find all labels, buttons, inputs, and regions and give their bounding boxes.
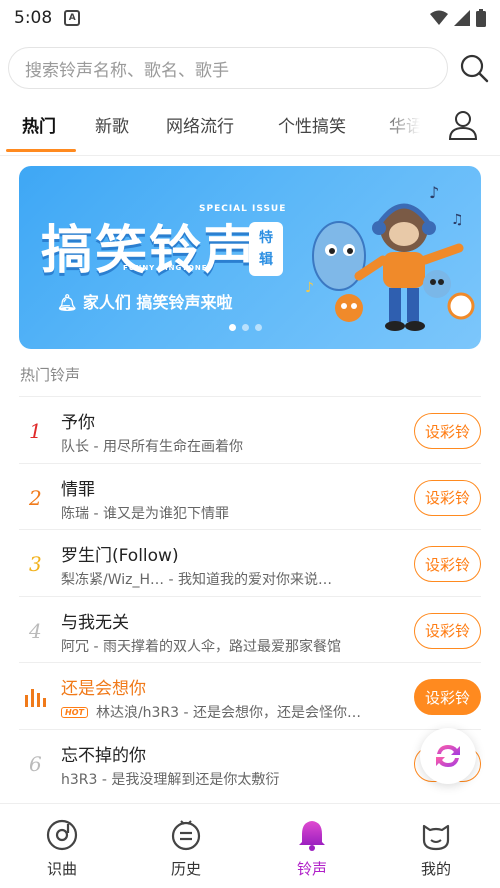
- song-row[interactable]: 2 情罪 陈瑞 - 谁又是为谁犯下情罪 设彩铃: [19, 462, 481, 530]
- cat-face-icon: [422, 824, 450, 851]
- song-row[interactable]: 1 予你 队长 - 用尽所有生命在画着你 设彩铃: [19, 396, 481, 463]
- user-profile-button[interactable]: [446, 108, 480, 142]
- song-subtitle: 阿冗 - 雨天撑着的双人伞，路过最爱那家餐馆: [61, 638, 341, 655]
- tab-hot[interactable]: 热门: [22, 112, 56, 137]
- section-title: 热门铃声: [20, 366, 81, 384]
- banner-dot-3[interactable]: [255, 324, 262, 331]
- ringtone-list: 1 予你 队长 - 用尽所有生命在画着你 设彩铃 2 情罪 陈瑞 - 谁又是为谁…: [19, 396, 481, 795]
- tab-fade: [380, 100, 430, 154]
- search-row: 搜索铃声名称、歌名、歌手: [8, 46, 492, 90]
- set-ringback-button[interactable]: 设彩铃: [414, 413, 481, 449]
- svg-text:♫: ♫: [451, 212, 464, 228]
- song-rank: 3: [29, 552, 42, 576]
- search-placeholder: 搜索铃声名称、歌名、歌手: [25, 60, 229, 81]
- vinyl-icon: [46, 819, 78, 851]
- nav-label: 历史: [170, 860, 201, 878]
- banner-dot-2[interactable]: [242, 324, 249, 331]
- status-icons: [430, 9, 486, 27]
- history-icon: [171, 820, 201, 851]
- notification-app-icon: A: [64, 10, 81, 26]
- refresh-icon: [436, 745, 460, 767]
- refresh-float-button[interactable]: [420, 728, 476, 784]
- song-rank: 4: [29, 618, 42, 643]
- nav-ringtones[interactable]: 铃声: [272, 818, 352, 879]
- song-subtitle: 林达浪/h3R3 - 还是会想你，还是会怪你…: [95, 705, 362, 721]
- song-title: 罗生门(Follow): [61, 546, 179, 566]
- bell-small-icon: 🔔︎: [57, 293, 78, 312]
- banner-pagination: [229, 324, 262, 331]
- song-subtitle: 梨冻紧/Wiz_H… - 我知道我的爱对你来说…: [61, 572, 332, 588]
- battery-icon: [476, 9, 486, 27]
- tab-new-songs[interactable]: 新歌: [95, 112, 129, 137]
- banner-subtitle-text: 家人们 搞笑铃声来啦: [82, 293, 233, 312]
- nav-label: 铃声: [296, 860, 327, 878]
- song-rank: 6: [29, 751, 42, 776]
- song-rank: 1: [29, 419, 42, 443]
- nav-label: 识曲: [46, 860, 77, 878]
- category-tabs: 热门 新歌 网络流行 个性搞笑 华语: [0, 100, 500, 156]
- nav-history[interactable]: 历史: [146, 818, 226, 879]
- song-row-playing[interactable]: 还是会想你 HOT 林达浪/h3R3 - 还是会想你，还是会怪你… 设彩铃: [19, 662, 481, 729]
- song-title: 与我无关: [61, 612, 129, 633]
- set-ringback-button[interactable]: 设彩铃: [414, 679, 481, 715]
- search-button[interactable]: [456, 50, 492, 86]
- set-ringback-button[interactable]: 设彩铃: [414, 612, 481, 649]
- tab-indicator: [6, 149, 76, 152]
- song-title: 还是会想你: [61, 679, 146, 699]
- banner-funny-text: FUNNY RINGTONE: [123, 264, 208, 272]
- bottom-nav: 识曲 历史 铃声 我的: [0, 803, 500, 888]
- cartoon-characters-illustration: ♪ ♫ ♪: [305, 183, 475, 331]
- nav-label: 我的: [420, 860, 451, 878]
- banner-badge-char-1: 特: [259, 230, 273, 246]
- song-subtitle: 队长 - 用尽所有生命在画着你: [61, 439, 243, 455]
- hot-badge: HOT: [61, 707, 88, 718]
- tab-internet-popular[interactable]: 网络流行: [166, 112, 234, 137]
- svg-text:♪: ♪: [429, 183, 439, 202]
- song-subtitle-wrap: HOT 林达浪/h3R3 - 还是会想你，还是会怪你…: [61, 702, 361, 722]
- song-row[interactable]: 4 与我无关 阿冗 - 雨天撑着的双人伞，路过最爱那家餐馆 设彩铃: [19, 595, 481, 663]
- nav-mine[interactable]: 我的: [396, 818, 476, 879]
- wifi-icon: [430, 10, 448, 25]
- banner-dot-1[interactable]: [229, 324, 236, 331]
- song-subtitle: 陈瑞 - 谁又是为谁犯下情罪: [61, 505, 229, 522]
- svg-text:♪: ♪: [305, 280, 314, 296]
- tab-funny[interactable]: 个性搞笑: [278, 112, 346, 137]
- song-title: 忘不掉的你: [61, 745, 146, 766]
- signal-icon: [454, 10, 470, 26]
- status-time: 5:08: [14, 8, 53, 28]
- banner-badge-char-2: 辑: [259, 252, 273, 268]
- set-ringback-button[interactable]: 设彩铃: [414, 546, 481, 582]
- song-row[interactable]: 3 罗生门(Follow) 梨冻紧/Wiz_H… - 我知道我的爱对你来说… 设…: [19, 529, 481, 596]
- song-rank: 2: [29, 485, 42, 510]
- set-ringback-button[interactable]: 设彩铃: [414, 479, 481, 516]
- banner-badge: 特 辑: [249, 222, 283, 276]
- promo-banner[interactable]: SPECIAL ISSUE 搞笑铃声 FUNNY RINGTONE 特 辑 🔔︎…: [19, 166, 481, 349]
- playing-equalizer-icon: [25, 689, 46, 707]
- search-input[interactable]: 搜索铃声名称、歌名、歌手: [8, 47, 448, 89]
- song-row[interactable]: 6 忘不掉的你 h3R3 - 是我没理解到还是你太敷衍 设彩铃: [19, 728, 481, 796]
- song-title: 予你: [61, 413, 95, 433]
- banner-subtitle: 🔔︎ 家人们 搞笑铃声来啦: [57, 289, 232, 313]
- song-subtitle: h3R3 - 是我没理解到还是你太敷衍: [61, 771, 280, 788]
- search-icon: [460, 54, 489, 83]
- user-icon: [448, 111, 478, 140]
- bell-icon: [299, 821, 325, 851]
- status-bar: 5:08 A: [0, 0, 500, 36]
- song-title: 情罪: [61, 479, 95, 500]
- nav-identify-song[interactable]: 识曲: [22, 818, 102, 879]
